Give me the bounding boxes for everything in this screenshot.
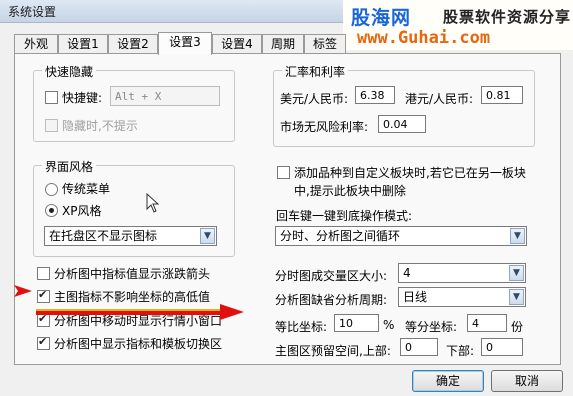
default-period-select[interactable]: 日线 ▼ [398, 287, 526, 307]
ratio-axis-field[interactable]: 10 [334, 314, 379, 332]
tab-settings2[interactable]: 设置2 [108, 34, 158, 54]
no-prompt-checkbox[interactable] [45, 119, 58, 132]
tab-labels[interactable]: 标签 [304, 34, 346, 54]
divide-unit-label: 份 [511, 320, 524, 334]
watermark-slogan: 股票软件资源分享 [443, 8, 572, 26]
show-arrow-label: 分析图中指标值显示涨跌箭头 [54, 267, 211, 281]
tab-settings1[interactable]: 设置1 [58, 34, 108, 54]
no-prompt-label: 隐藏时,不提示 [62, 119, 138, 133]
hkd-rate-field[interactable]: 0.81 [481, 86, 523, 104]
reserve-bottom-label: 下部: [446, 344, 475, 358]
tab-appearance[interactable]: 外观 [14, 34, 58, 54]
risk-free-rate-label: 市场无风险利率: [280, 120, 369, 134]
exchange-rate-group: 汇率和利率 [273, 63, 535, 147]
switch-area-label: 分析图中显示指标和模板切换区 [54, 337, 223, 351]
red-underline-arrow-icon [36, 304, 244, 320]
window-title: 系统设置 [8, 5, 57, 19]
reserve-top-field[interactable]: 0 [400, 338, 438, 356]
chevron-down-icon: ▼ [509, 265, 524, 281]
chevron-down-icon: ▼ [510, 228, 525, 244]
divide-axis-field[interactable]: 4 [467, 314, 507, 332]
hkd-label: 港元/人民币: [405, 92, 474, 106]
chevron-down-icon: ▼ [509, 289, 524, 305]
red-pointer-arrow-icon [14, 285, 32, 297]
interface-style-legend: 界面风格 [42, 158, 97, 175]
chevron-down-icon: ▼ [200, 228, 215, 244]
usd-label: 美元/人民币: [280, 92, 349, 106]
volume-area-size-select[interactable]: 4 ▼ [398, 263, 526, 283]
hotkey-label: 快捷键: [62, 91, 103, 105]
cancel-button[interactable]: 取消 [491, 370, 563, 392]
hotkey-checkbox[interactable] [45, 91, 58, 104]
add-block-prompt-checkbox[interactable] [277, 166, 290, 179]
usd-rate-field[interactable]: 6.38 [355, 86, 395, 104]
enter-mode-select[interactable]: 分时、分析图之间循环 ▼ [275, 226, 527, 246]
ratio-unit-label: % [383, 318, 395, 332]
show-arrow-checkbox[interactable] [37, 267, 50, 280]
tray-icon-select-value: 在托盘区不显示图标 [49, 229, 158, 243]
ok-button[interactable]: 确定 [412, 370, 484, 392]
enter-mode-label: 回车键一键到底操作模式: [276, 209, 413, 223]
watermark-logo: 股海网 股票软件资源分享 www.Guhai.com [343, 0, 573, 50]
volume-area-size-value: 4 [403, 266, 411, 280]
xp-style-label: XP风格 [62, 204, 102, 218]
xp-style-radio[interactable] [45, 204, 58, 217]
reserve-bottom-field[interactable]: 0 [481, 338, 523, 356]
enter-mode-select-value: 分时、分析图之间循环 [280, 229, 401, 243]
default-period-value: 日线 [403, 290, 428, 304]
tab-settings4[interactable]: 设置4 [212, 34, 262, 54]
default-period-label: 分析图缺省分析周期: [275, 293, 388, 307]
watermark-url: www.Guhai.com [357, 28, 491, 48]
tab-period[interactable]: 周期 [262, 34, 304, 54]
tray-icon-select[interactable]: 在托盘区不显示图标 ▼ [44, 226, 217, 246]
divide-axis-label: 等分坐标: [405, 320, 458, 334]
reserve-top-label: 主图区预留空间,上部: [275, 344, 391, 358]
traditional-menu-radio[interactable] [45, 183, 58, 196]
quick-hide-legend: 快速隐藏 [42, 63, 97, 80]
mouse-cursor-icon [146, 193, 160, 213]
ratio-axis-label: 等比坐标: [275, 320, 328, 334]
tab-settings3[interactable]: 设置3 [158, 32, 212, 55]
exchange-rate-legend: 汇率和利率 [282, 63, 349, 80]
risk-free-rate-field[interactable]: 0.04 [378, 115, 426, 133]
switch-area-checkbox[interactable] [37, 335, 50, 350]
volume-area-size-label: 分时图成交量区大小: [275, 269, 388, 283]
hotkey-field[interactable]: Alt + X [110, 86, 220, 106]
add-block-prompt-label-1: 添加品种到自定义板块时,若它已在另一板块 [294, 166, 526, 180]
watermark-brand: 股海网 [351, 7, 412, 29]
traditional-menu-label: 传统菜单 [62, 182, 111, 196]
add-block-prompt-label-2: 中,提示此板块中删除 [294, 184, 406, 198]
